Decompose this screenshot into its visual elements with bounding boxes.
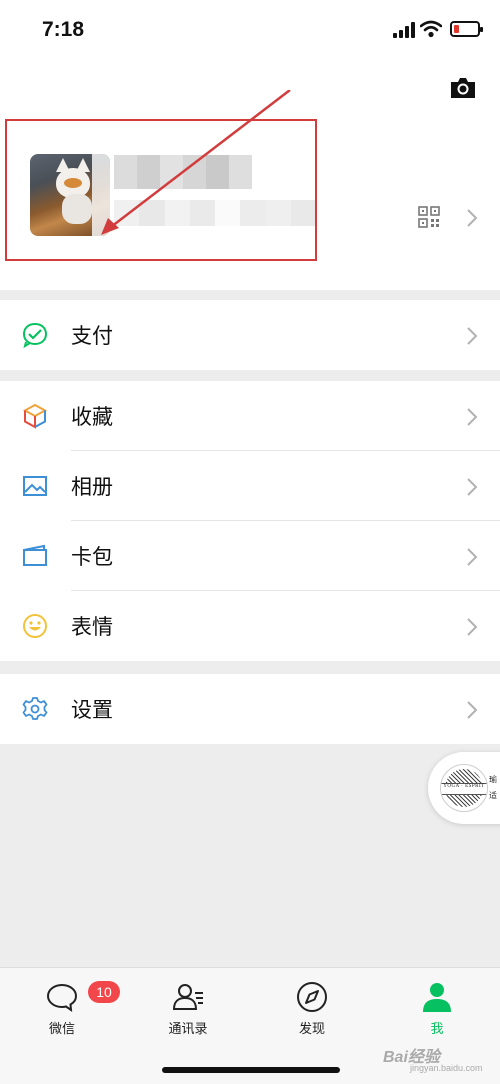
wifi-icon (420, 20, 442, 38)
qr-code-icon[interactable] (418, 206, 440, 228)
tab-me[interactable]: 我 (387, 978, 487, 1038)
floating-widget-logo: YOGA · ESPRIT (440, 764, 488, 812)
floating-window-widget[interactable]: YOGA · ESPRIT 瑜 适 (428, 752, 500, 824)
menu-section-pay: 支付 (0, 300, 500, 370)
chat-bubble-icon (46, 983, 78, 1013)
cellular-signal-icon (393, 22, 415, 38)
home-indicator[interactable] (162, 1067, 340, 1073)
chevron-right-icon (467, 478, 478, 496)
tab-label: 微信 (48, 1022, 75, 1037)
menu-item-stickers[interactable]: 表情 (0, 591, 500, 661)
chevron-right-icon (467, 327, 478, 345)
menu-item-pay[interactable]: 支付 (0, 300, 500, 370)
watermark-url: jingyan.baidu.com (410, 1063, 483, 1073)
album-icon (23, 476, 47, 496)
menu-item-label: 支付 (71, 324, 113, 348)
tab-label: 通讯录 (168, 1022, 208, 1037)
compass-icon (297, 982, 327, 1012)
floating-widget-side-text: 瑜 适 (489, 775, 497, 800)
menu-item-favorites[interactable]: 收藏 (0, 381, 500, 451)
status-bar: 7:18 (0, 0, 500, 60)
sticker-smile-icon (23, 614, 47, 638)
chevron-right-icon (467, 618, 478, 636)
favorites-cube-icon (22, 403, 48, 429)
menu-section-content: 收藏 相册 卡包 表情 (0, 381, 500, 661)
chevron-right-icon (467, 408, 478, 426)
settings-gear-icon (22, 697, 48, 720)
menu-item-settings[interactable]: 设置 (0, 674, 500, 744)
tab-contacts[interactable]: 通讯录 (138, 978, 238, 1038)
tab-chats[interactable]: 10 微信 (12, 978, 120, 1038)
menu-item-label: 表情 (71, 615, 113, 639)
pay-icon (22, 322, 48, 348)
menu-item-label: 设置 (71, 698, 113, 722)
profile-header[interactable] (0, 60, 500, 290)
tab-label: 我 (430, 1022, 444, 1037)
annotation-arrow (101, 90, 291, 235)
status-time: 7:18 (42, 18, 85, 41)
me-person-icon (423, 983, 451, 1012)
tab-discover[interactable]: 发现 (262, 978, 362, 1038)
tab-label: 发现 (298, 1022, 325, 1037)
menu-item-label: 相册 (71, 475, 113, 499)
chevron-right-icon (467, 209, 478, 227)
chevron-right-icon (467, 548, 478, 566)
menu-section-settings: 设置 (0, 674, 500, 744)
menu-item-label: 收藏 (71, 405, 113, 429)
contacts-icon (172, 984, 203, 1010)
battery-icon (450, 21, 483, 37)
unread-badge: 10 (88, 981, 120, 1003)
menu-item-label: 卡包 (71, 545, 113, 569)
camera-icon[interactable] (449, 76, 477, 100)
menu-item-cards[interactable]: 卡包 (0, 521, 500, 591)
cards-wallet-icon (23, 544, 47, 566)
menu-item-album[interactable]: 相册 (0, 451, 500, 521)
chevron-right-icon (467, 701, 478, 719)
